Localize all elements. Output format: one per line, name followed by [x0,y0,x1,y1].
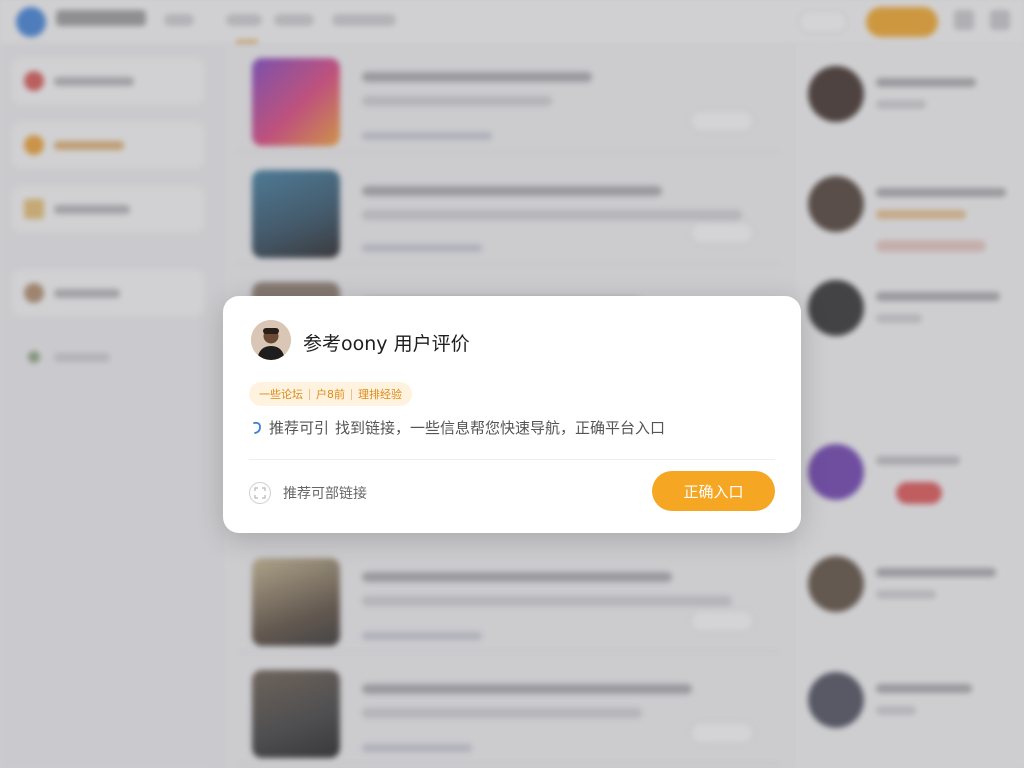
close-button[interactable] [753,314,775,336]
tag[interactable]: 户8前 [316,386,345,402]
tag[interactable]: 一些论坛 [259,386,303,402]
user-avatar-icon [251,320,291,360]
review-modal: 参考oony 用户评价 一些论坛 户8前 理排经验 推荐可引 找到链接，一些信息帮… [223,296,801,533]
tag-divider [309,388,310,400]
recommended-link-label: 推荐可部链接 [283,486,367,502]
modal-title: 参考oony 用户评价 [303,333,470,355]
info-text: 推荐可引 [269,419,330,437]
recommended-link[interactable]: 推荐可部链接 [249,482,367,504]
correct-entry-button[interactable]: 正确入口 [652,471,775,511]
tag-group: 一些论坛 户8前 理排经验 [249,382,412,406]
tag[interactable]: 理排经验 [358,386,402,402]
divider [249,459,775,460]
info-icon [251,420,263,436]
info-text-2: 找到链接，一些信息帮您快速导航，正确平台入口 [335,419,666,437]
tag-divider [351,388,352,400]
info-line: 推荐可引 找到链接，一些信息帮您快速导航，正确平台入口 [251,417,665,438]
expand-icon [249,482,271,504]
